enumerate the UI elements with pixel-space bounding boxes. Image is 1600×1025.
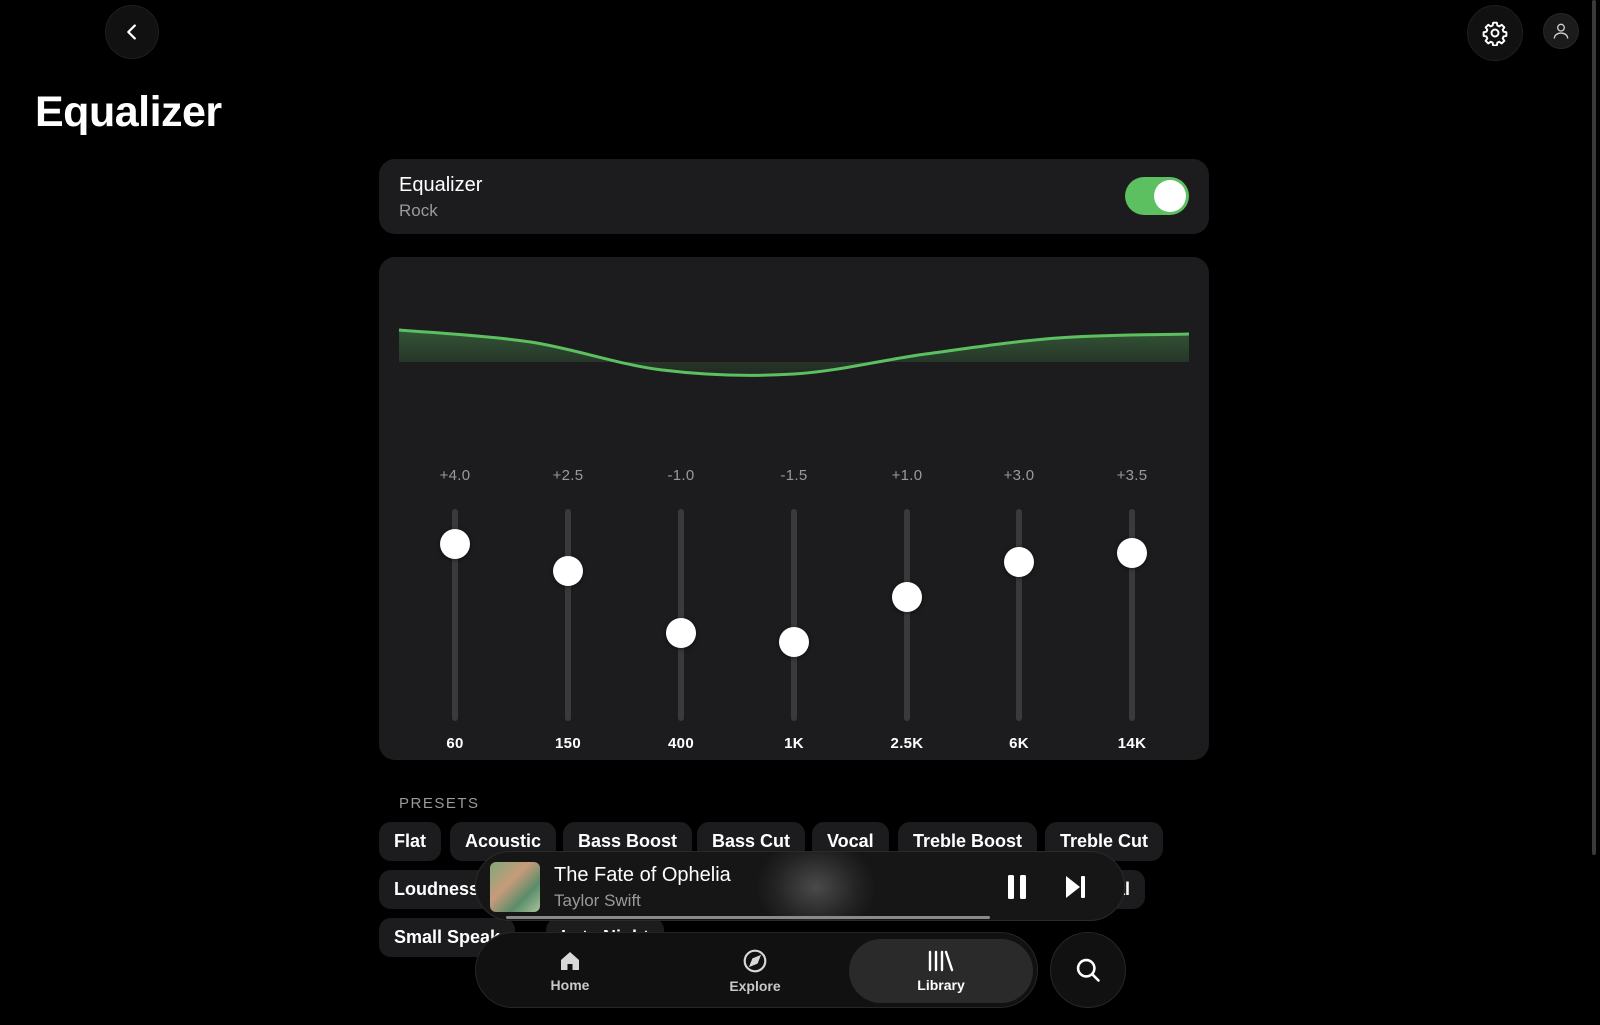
page-title: Equalizer	[35, 88, 222, 136]
track-artist: Taylor Swift	[554, 891, 641, 910]
tab-library[interactable]: Library	[849, 939, 1033, 1003]
band-frequency-label: 150	[555, 735, 581, 752]
band-slider-track[interactable]	[565, 509, 571, 721]
band-gain-label: +3.5	[1116, 467, 1148, 484]
gear-icon	[1482, 21, 1508, 46]
band-gain-label: +3.0	[1003, 467, 1035, 484]
band-slider-track[interactable]	[678, 509, 684, 721]
bottom-tab-bar: Home Explore Library	[475, 932, 1038, 1008]
band-slider-1: +2.5 150	[528, 467, 608, 757]
band-slider-thumb[interactable]	[1117, 538, 1147, 569]
profile-button[interactable]	[1543, 13, 1579, 49]
tab-home[interactable]: Home	[478, 939, 662, 1003]
playback-progress[interactable]	[506, 916, 1096, 919]
equalizer-card-title: Equalizer	[399, 174, 483, 196]
tab-home-label: Home	[550, 977, 590, 993]
equalizer-toggle-switch[interactable]	[1125, 177, 1189, 215]
band-slider-2: -1.0 400	[641, 467, 721, 757]
album-art[interactable]	[490, 862, 540, 912]
presets-heading: PRESETS	[399, 795, 480, 812]
band-slider-track[interactable]	[904, 509, 910, 721]
band-slider-5: +3.0 6K	[979, 467, 1059, 757]
band-slider-track[interactable]	[1016, 509, 1022, 721]
band-slider-track[interactable]	[791, 509, 797, 721]
page-scrollbar[interactable]	[1592, 0, 1596, 855]
band-slider-6: +3.5 14K	[1092, 467, 1172, 757]
tab-explore[interactable]: Explore	[663, 939, 847, 1003]
skip-next-icon	[1066, 876, 1085, 898]
search-button[interactable]	[1050, 932, 1126, 1008]
current-preset-name: Rock	[399, 201, 438, 220]
search-icon	[1076, 958, 1100, 982]
frequency-response-curve	[398, 328, 1190, 377]
tab-library-label: Library	[917, 977, 965, 993]
band-slider-thumb[interactable]	[779, 626, 809, 657]
compass-icon	[743, 949, 767, 973]
band-frequency-label: 6K	[1009, 735, 1029, 752]
preset-chip[interactable]: Flat	[379, 822, 442, 861]
mini-player[interactable]: The Fate of Ophelia Taylor Swift	[475, 851, 1125, 921]
band-frequency-label: 60	[446, 735, 464, 752]
pause-icon	[1008, 875, 1026, 899]
equalizer-bands-card: +4.0 60 +2.5 150 -1.0 400 -1.5 1K +1.0 2.5K +3.0 6K…	[379, 257, 1209, 760]
pause-button[interactable]	[1003, 873, 1033, 901]
chevron-left-icon	[127, 24, 136, 40]
band-slider-0: +4.0 60	[415, 467, 495, 757]
next-track-button[interactable]	[1061, 873, 1091, 901]
settings-button[interactable]	[1467, 5, 1523, 61]
band-gain-label: -1.5	[780, 467, 808, 484]
band-slider-thumb[interactable]	[666, 617, 696, 648]
library-icon	[928, 950, 954, 972]
toggle-knob	[1154, 180, 1186, 212]
band-slider-thumb[interactable]	[553, 555, 583, 586]
playback-progress-fill	[506, 916, 990, 919]
band-frequency-label: 1K	[784, 735, 804, 752]
band-gain-label: -1.0	[667, 467, 695, 484]
home-icon	[561, 952, 579, 970]
band-gain-label: +4.0	[439, 467, 471, 484]
band-frequency-label: 2.5K	[890, 735, 924, 752]
tab-explore-label: Explore	[729, 978, 781, 994]
band-frequency-label: 14K	[1117, 735, 1147, 752]
band-slider-thumb[interactable]	[1004, 547, 1034, 577]
band-gain-label: +1.0	[891, 467, 923, 484]
band-slider-3: -1.5 1K	[754, 467, 834, 757]
track-title: The Fate of Ophelia	[554, 864, 731, 886]
band-frequency-label: 400	[668, 735, 694, 752]
band-gain-label: +2.5	[552, 467, 584, 484]
band-slider-4: +1.0 2.5K	[867, 467, 947, 757]
back-button[interactable]	[105, 5, 159, 59]
equalizer-toggle-card: Equalizer Rock	[379, 159, 1209, 234]
user-icon	[1553, 23, 1569, 39]
band-slider-thumb[interactable]	[440, 529, 470, 560]
band-slider-thumb[interactable]	[892, 582, 922, 613]
